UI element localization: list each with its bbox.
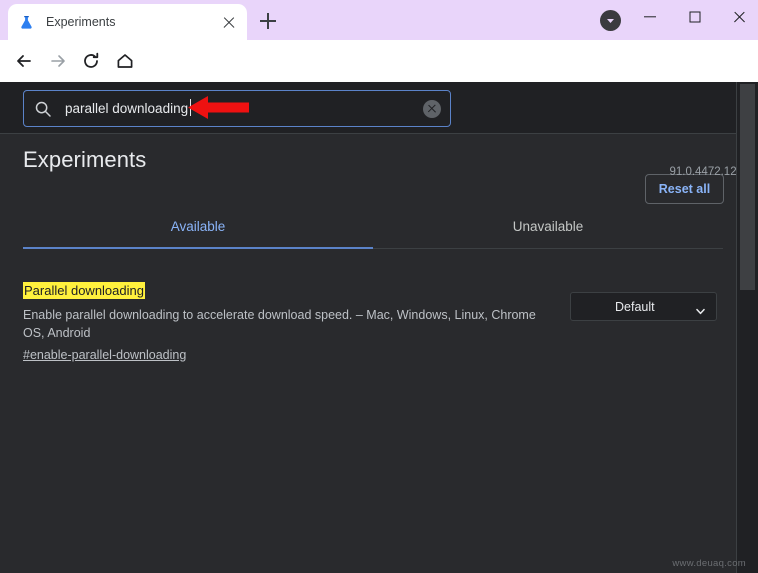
experiment-description: Enable parallel downloading to accelerat… — [23, 308, 536, 340]
experiment-select[interactable]: Default — [570, 292, 717, 321]
flags-tabs: Available Unavailable — [23, 206, 723, 249]
flask-icon — [18, 14, 35, 31]
browser-toolbar: Chrome chrome://flags S — [0, 40, 758, 116]
experiment-select-wrapper: Default — [570, 292, 717, 321]
home-button[interactable] — [112, 48, 138, 74]
tab-unavailable[interactable]: Unavailable — [373, 206, 723, 248]
tab-title: Experiments — [46, 15, 116, 29]
tab-selected-indicator — [23, 246, 373, 249]
reload-button[interactable] — [78, 48, 104, 74]
search-icon — [34, 100, 52, 118]
tab-available[interactable]: Available — [23, 206, 373, 248]
watermark: www.deuaq.com — [672, 558, 746, 569]
close-icon[interactable] — [221, 14, 237, 30]
scrollbar-thumb[interactable] — [740, 84, 755, 290]
flags-header: Experiments — [0, 133, 737, 203]
window-close-button[interactable] — [717, 0, 758, 34]
tab-strip: Experiments — [0, 0, 758, 40]
minimize-icon — [643, 16, 656, 18]
flags-page: parallel downloading Reset all Experimen… — [0, 82, 758, 573]
close-icon — [733, 11, 746, 24]
page-scrollbar[interactable] — [736, 82, 758, 573]
forward-button[interactable] — [45, 48, 71, 74]
search-input[interactable]: parallel downloading — [23, 90, 451, 127]
version-label: 91.0.4472.124 — [669, 166, 743, 178]
window-maximize-button[interactable] — [672, 0, 717, 34]
window-minimize-button[interactable] — [627, 0, 672, 34]
maximize-icon — [689, 11, 700, 23]
arrow-right-icon — [51, 55, 65, 67]
experiment-permalink[interactable]: #enable-parallel-downloading — [23, 348, 186, 362]
experiment-entry: Parallel downloading Enable parallel dow… — [23, 282, 723, 364]
clear-icon[interactable] — [423, 99, 441, 118]
experiment-title: Parallel downloading — [23, 282, 145, 299]
flags-search-strip: parallel downloading — [0, 82, 737, 134]
reload-icon — [84, 52, 99, 68]
caret-down-icon[interactable] — [600, 10, 621, 31]
search-input-value: parallel downloading — [65, 99, 192, 116]
arrow-left-icon — [17, 55, 31, 67]
browser-window: Experiments parallel downloading Reset a… — [0, 0, 758, 573]
new-tab-button[interactable] — [255, 8, 281, 34]
browser-tab[interactable]: Experiments — [8, 4, 247, 40]
back-button[interactable] — [11, 48, 37, 74]
home-icon — [117, 54, 133, 68]
page-title: Experiments — [23, 147, 147, 172]
